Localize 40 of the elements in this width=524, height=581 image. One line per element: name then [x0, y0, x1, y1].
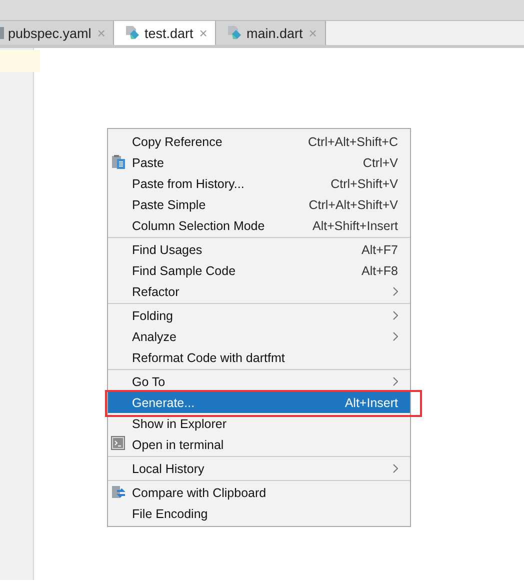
dart-file-icon	[226, 25, 242, 41]
menu-item[interactable]: Paste from History... Ctrl+Shift+V	[108, 173, 410, 194]
shortcut-label: Ctrl+Shift+V	[330, 176, 398, 190]
terminal-icon	[111, 436, 125, 450]
chevron-icon	[393, 377, 398, 386]
menu-item[interactable]: File Encoding	[108, 503, 410, 524]
menu-item[interactable]: Open in terminal	[108, 434, 410, 455]
menu-item[interactable]: Local History	[108, 458, 410, 479]
chevron-icon	[393, 287, 398, 296]
clipboard-icon	[111, 154, 127, 170]
menu-item[interactable]: Copy Reference Ctrl+Alt+Shift+C	[108, 131, 410, 152]
menu-item[interactable]: Find Sample Code Alt+F8	[108, 260, 410, 281]
menu-item[interactable]: Go To	[108, 371, 410, 392]
shortcut-label: Ctrl+Alt+Shift+C	[308, 134, 398, 148]
compare-clipboard-icon	[111, 484, 127, 500]
editor-tab[interactable]: test.dart ×	[114, 21, 216, 45]
menu-item[interactable]: Paste Simple Ctrl+Alt+Shift+V	[108, 194, 410, 215]
chevron-icon	[393, 311, 398, 320]
editor-tab[interactable]: pubspec.yaml ×	[0, 21, 114, 45]
menu-item[interactable]: Paste Ctrl+V	[108, 152, 410, 173]
menu-item[interactable]: Show in Explorer	[108, 413, 410, 434]
menu-item[interactable]: Folding	[108, 305, 410, 326]
file-icon	[0, 25, 4, 41]
shortcut-label: Ctrl+Alt+Shift+V	[308, 198, 398, 212]
chevron-icon	[393, 464, 398, 473]
editor-tab[interactable]: main.dart ×	[216, 21, 326, 45]
chevron-icon	[393, 332, 398, 341]
shortcut-label: Alt+F8	[362, 264, 398, 278]
shortcut-label: Alt+Insert	[344, 396, 398, 410]
menu-item[interactable]: Column Selection Mode Alt+Shift+Insert	[108, 215, 410, 236]
menu-item[interactable]: Reformat Code with dartfmt	[108, 347, 410, 368]
shortcut-label: Alt+F7	[362, 242, 398, 256]
dart-file-icon	[124, 25, 140, 41]
menu-item[interactable]: Find Usages Alt+F7	[108, 239, 410, 260]
shortcut-label: Alt+Shift+Insert	[312, 218, 398, 232]
shortcut-label: Ctrl+V	[362, 156, 398, 170]
menu-item[interactable]: Analyze	[108, 326, 410, 347]
menu-item[interactable]: Compare with Clipboard	[108, 482, 410, 503]
current-line-highlight	[0, 50, 40, 72]
menu-item[interactable]: Refactor	[108, 281, 410, 302]
